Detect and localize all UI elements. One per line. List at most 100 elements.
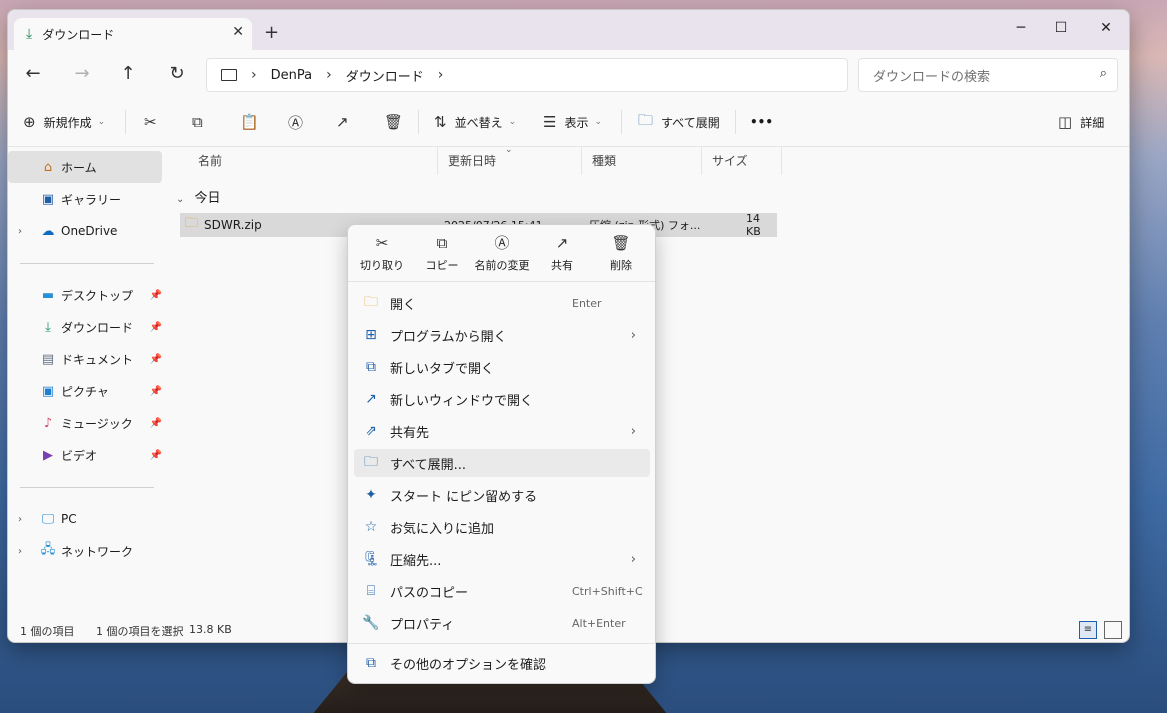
menu-item-pin-start[interactable]: ✦ スタート にピン留めする <box>354 481 650 509</box>
extract-all-button[interactable]: 🗀 すべて展開 <box>638 110 720 134</box>
close-window-button[interactable]: ✕ <box>1086 14 1126 42</box>
sidebar-item-label: ミュージック <box>61 416 133 431</box>
forward-button[interactable]: → <box>70 63 94 84</box>
chevron-right-icon[interactable]: › <box>18 546 22 557</box>
menu-item-label: プロパティ <box>390 617 455 633</box>
back-button[interactable]: ← <box>21 63 45 84</box>
group-header-today[interactable]: ⌄ 今日 <box>176 187 221 206</box>
sidebar-item-home[interactable]: ⌂ ホーム <box>8 151 162 183</box>
context-delete-button[interactable]: 🗑 削除 <box>591 233 651 273</box>
menu-item-label: 共有先 <box>390 425 430 441</box>
sidebar-item-gallery[interactable]: ▣ ギャラリー <box>8 183 162 215</box>
menu-item-more-options[interactable]: ⧉ その他のオプションを確認 <box>354 649 650 677</box>
sidebar-item-label: OneDrive <box>61 224 118 238</box>
breadcrumb-downloads[interactable]: ダウンロード <box>346 66 424 85</box>
chevron-right-icon: › <box>630 327 636 343</box>
copy-button[interactable]: ⧉ <box>192 110 203 134</box>
maximize-button[interactable]: ☐ <box>1041 14 1081 42</box>
menu-item-open[interactable]: 🗀 開く Enter <box>354 289 650 317</box>
pin-icon: 📌 <box>149 321 162 333</box>
search-input[interactable]: ダウンロードの検索 ⌕ <box>858 58 1118 92</box>
menu-item-shortcut: Alt+Enter <box>572 616 626 630</box>
menu-item-label: 新しいタブで開く <box>390 361 495 377</box>
menu-item-open-with[interactable]: ⊞ プログラムから開く › <box>354 321 650 349</box>
column-header-name[interactable]: 名前 <box>188 147 438 175</box>
sort-button[interactable]: ⇅ 並べ替え ⌄ <box>434 110 516 134</box>
column-header-type[interactable]: 種類 <box>582 147 702 175</box>
share-icon: ↗ <box>555 234 569 252</box>
desktop-icon: ▬ <box>41 287 55 303</box>
rename-button[interactable]: Ⓐ <box>288 110 303 134</box>
divider <box>20 263 154 264</box>
chevron-down-icon: ⌄ <box>97 117 106 127</box>
up-button[interactable]: ↑ <box>116 63 140 84</box>
menu-item-label: プログラムから開く <box>390 329 507 345</box>
chevron-right-icon[interactable]: › <box>18 514 22 525</box>
cut-button[interactable]: ✂ <box>144 110 157 134</box>
sidebar-item-pc[interactable]: › 🖵 PC <box>8 503 162 535</box>
pin-icon: ✦ <box>365 487 377 503</box>
home-icon: ⌂ <box>43 159 53 175</box>
tiles-view-button[interactable] <box>1104 621 1122 639</box>
divider <box>735 110 736 134</box>
context-share-button[interactable]: ↗ 共有 <box>532 233 592 273</box>
context-copy-button[interactable]: ⧉ コピー <box>412 233 472 273</box>
chevron-right-icon[interactable]: › <box>438 67 444 83</box>
address-bar-row: ← → ↑ ↻ › DenPa › ダウンロード › ダウンロードの検索 ⌕ <box>8 50 1129 98</box>
sort-icon: ⇅ <box>434 113 447 131</box>
sidebar-item-downloads[interactable]: ⤓ ダウンロード 📌 <box>8 311 162 343</box>
menu-item-add-favorites[interactable]: ☆ お気に入りに追加 <box>354 513 650 541</box>
chevron-right-icon[interactable]: › <box>18 226 22 237</box>
paste-button[interactable]: 📋 <box>240 110 259 134</box>
breadcrumb-denpa[interactable]: DenPa <box>271 68 312 83</box>
details-button[interactable]: ◫ 詳細 <box>1058 110 1104 134</box>
column-header-size[interactable]: サイズ <box>702 147 782 175</box>
sidebar-item-label: ビデオ <box>61 448 98 463</box>
zip-folder-icon: 🗀 <box>185 216 199 231</box>
address-box[interactable]: › DenPa › ダウンロード › <box>206 58 848 92</box>
title-bar: ⤓ ダウンロード ✕ + ─ ☐ ✕ <box>8 10 1129 50</box>
network-icon: 🖧 <box>40 542 56 557</box>
tab-close-icon[interactable]: ✕ <box>232 24 244 40</box>
sidebar-item-label: ピクチャ <box>61 384 109 399</box>
context-cut-button[interactable]: ✂ 切り取り <box>352 233 412 273</box>
navigation-pane: ⌂ ホーム ▣ ギャラリー › ☁ OneDrive ▬ デスクトップ 📌 ⤓ … <box>8 147 168 617</box>
selected-size: 13.8 KB <box>189 623 232 636</box>
menu-item-copy-path[interactable]: ⌸ パスのコピー Ctrl+Shift+C <box>354 577 650 605</box>
sidebar-item-music[interactable]: ♪ ミュージック 📌 <box>8 407 162 439</box>
menu-item-label: 開く <box>390 297 417 313</box>
share-button[interactable]: ↗ <box>336 110 349 134</box>
sidebar-item-network[interactable]: › 🖧 ネットワーク <box>8 535 162 567</box>
selected-count: 1 個の項目を選択 <box>96 625 184 638</box>
minimize-button[interactable]: ─ <box>1001 14 1041 42</box>
new-button[interactable]: ⊕ 新規作成 ⌄ <box>23 110 105 134</box>
tab-downloads[interactable]: ⤓ ダウンロード ✕ <box>14 18 252 50</box>
context-rename-button[interactable]: Ⓐ 名前の変更 <box>470 233 534 273</box>
context-action-bar: ✂ 切り取り ⧉ コピー Ⓐ 名前の変更 ↗ 共有 🗑 削除 <box>348 225 655 282</box>
refresh-button[interactable]: ↻ <box>165 63 189 84</box>
delete-button[interactable]: 🗑 <box>384 110 403 134</box>
menu-item-open-new-window[interactable]: ↗ 新しいウィンドウで開く <box>354 385 650 413</box>
sidebar-item-pictures[interactable]: ▣ ピクチャ 📌 <box>8 375 162 407</box>
menu-item-properties[interactable]: 🔧 プロパティ Alt+Enter <box>354 609 650 637</box>
menu-item-extract-all[interactable]: 🗀 すべて展開... <box>354 449 650 477</box>
more-options-button[interactable]: ••• <box>750 110 773 134</box>
menu-item-open-new-tab[interactable]: ⧉ 新しいタブで開く <box>354 353 650 381</box>
sidebar-item-videos[interactable]: ▶ ビデオ 📌 <box>8 439 162 471</box>
sidebar-item-desktop[interactable]: ▬ デスクトップ 📌 <box>8 279 162 311</box>
view-button[interactable]: ☰ 表示 ⌄ <box>543 110 602 134</box>
view-label: 表示 <box>564 115 589 130</box>
extract-all-label: すべて展開 <box>661 115 720 130</box>
divider <box>20 487 154 488</box>
wrench-icon: 🔧 <box>362 615 380 631</box>
menu-item-compress-to[interactable]: 🗜 圧縮先... › <box>354 545 650 573</box>
sidebar-item-documents[interactable]: ▤ ドキュメント 📌 <box>8 343 162 375</box>
new-tab-button[interactable]: + <box>264 22 279 43</box>
sidebar-item-onedrive[interactable]: › ☁ OneDrive <box>8 215 162 247</box>
zip-icon: 🗜 <box>362 551 380 567</box>
video-icon: ▶ <box>43 447 53 463</box>
menu-item-share-with[interactable]: ⇗ 共有先 › <box>354 417 650 445</box>
details-pane-icon: ◫ <box>1058 113 1073 131</box>
search-placeholder: ダウンロードの検索 <box>873 69 991 85</box>
details-view-button[interactable]: ≡ <box>1079 621 1097 639</box>
